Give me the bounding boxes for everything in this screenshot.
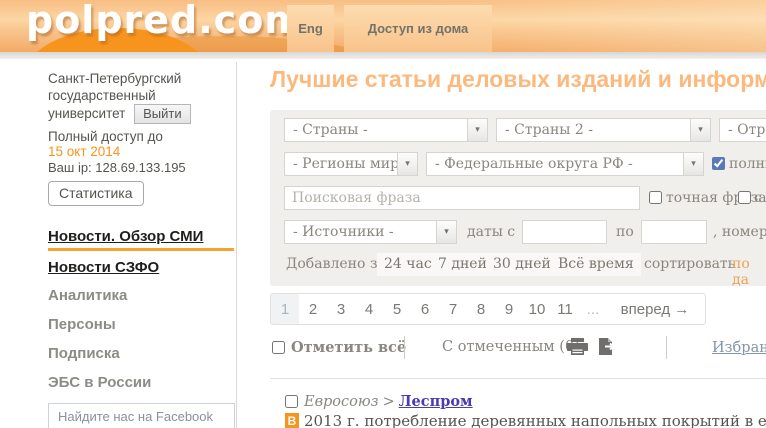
- tab-english[interactable]: Eng: [287, 5, 334, 52]
- countries2-select[interactable]: - Страны 2 - ▾: [496, 118, 711, 142]
- access-expiry-date: 15 окт 2014: [48, 144, 236, 159]
- site-logo[interactable]: polpred.com: [26, 0, 305, 42]
- date-to-label: по: [616, 224, 634, 240]
- page-title: Лучшие статьи деловых изданий и информ: [270, 66, 766, 93]
- select-all-label: Отметить всё: [291, 339, 406, 356]
- page-number[interactable]: 6: [411, 294, 439, 324]
- print-icon[interactable]: [567, 338, 588, 360]
- article-snippet: 2013 г. потребление деревянных напольных…: [304, 412, 766, 428]
- sort-label: сортировать: [644, 256, 735, 272]
- page-number[interactable]: 8: [467, 294, 495, 324]
- page-number[interactable]: 2: [299, 294, 327, 324]
- select-all-checkbox[interactable]: [272, 341, 285, 354]
- sidebar-item-news-szfo[interactable]: Новости СЗФО: [48, 259, 236, 276]
- filter-panel: - Страны - ▾ - Страны 2 - ▾ - Отрасл - Р…: [270, 110, 766, 286]
- second-option-label: с: [754, 190, 762, 206]
- org-line: государственный: [48, 88, 156, 103]
- page-number[interactable]: 9: [495, 294, 523, 324]
- toolbar-divider: [666, 336, 667, 359]
- sidebar-item-persons[interactable]: Персоны: [48, 316, 236, 333]
- logout-button[interactable]: Выйти: [134, 104, 191, 124]
- article-breadcrumb: Евросоюз>Леспром: [304, 393, 473, 410]
- added-for-label: Добавлено за: [286, 256, 386, 272]
- tab-home-access[interactable]: Доступ из дома: [344, 5, 492, 52]
- next-page-link[interactable]: вперед →: [607, 294, 703, 324]
- search-input[interactable]: [284, 186, 640, 210]
- second-option-checkbox[interactable]: [738, 191, 751, 204]
- breadcrumb-separator: >: [383, 394, 395, 410]
- sidebar-divider: [236, 62, 237, 428]
- federal-districts-select[interactable]: - Федеральные округа РФ - ▾: [426, 152, 704, 176]
- sidebar-item-subscription[interactable]: Подписка: [48, 345, 236, 362]
- chevron-down-icon[interactable]: ▾: [436, 221, 456, 243]
- chevron-down-icon[interactable]: ▾: [467, 119, 487, 141]
- period-30d-button[interactable]: 30 дней: [486, 253, 558, 276]
- page-number[interactable]: 10: [523, 294, 551, 324]
- period-7d-button[interactable]: 7 дней: [431, 253, 494, 276]
- date-from-input[interactable]: [522, 220, 607, 244]
- page-number[interactable]: 3: [327, 294, 355, 324]
- pagination-ellipsis[interactable]: ...: [579, 294, 607, 324]
- page-number[interactable]: 7: [439, 294, 467, 324]
- exact-phrase-label: точная фраза: [666, 190, 766, 206]
- toolbar-divider: [404, 336, 405, 359]
- chevron-down-icon[interactable]: ▾: [683, 153, 703, 175]
- favorites-link[interactable]: Избранн: [712, 340, 766, 356]
- statistics-button[interactable]: Статистика: [48, 181, 144, 206]
- fulltext-checkbox[interactable]: [712, 157, 725, 170]
- date-from-label: даты с: [467, 224, 515, 240]
- organization-name: Санкт-Петербургский государственный унив…: [48, 70, 236, 124]
- export-icon[interactable]: [598, 338, 617, 360]
- chevron-down-icon[interactable]: ▾: [397, 153, 417, 175]
- page-number-current[interactable]: 1: [271, 294, 299, 324]
- industries-select[interactable]: - Отрасл: [719, 118, 766, 142]
- sidebar: Санкт-Петербургский государственный унив…: [48, 70, 236, 403]
- fulltext-label: полны: [729, 156, 766, 172]
- active-nav-underline: [48, 248, 234, 251]
- pagination: 1 2 3 4 5 6 7 8 9 10 11 ... вперед →: [270, 293, 706, 325]
- page-number[interactable]: 5: [383, 294, 411, 324]
- sort-by-date-link[interactable]: по да: [732, 256, 766, 286]
- sources-select[interactable]: - Источники - ▾: [284, 220, 457, 244]
- sidebar-nav: Новости. Обзор СМИ Новости СЗФО Аналитик…: [48, 228, 236, 391]
- sidebar-item-news-review[interactable]: Новости. Обзор СМИ: [48, 228, 236, 245]
- page-number[interactable]: 4: [355, 294, 383, 324]
- article-category-link[interactable]: Леспром: [399, 393, 473, 410]
- content-divider: [270, 378, 766, 379]
- article-dropcap: В: [285, 413, 299, 428]
- exact-phrase-checkbox[interactable]: [649, 191, 662, 204]
- sidebar-item-analytics[interactable]: Аналитика: [48, 287, 236, 304]
- org-line: университет: [48, 106, 125, 121]
- with-selected-label: С отмеченным (0):: [442, 339, 585, 355]
- sidebar-item-ebs-russia[interactable]: ЭБС в России: [48, 374, 236, 391]
- page-number[interactable]: 11: [551, 294, 579, 324]
- org-line: Санкт-Петербургский: [48, 71, 181, 86]
- chevron-down-icon[interactable]: ▾: [690, 119, 710, 141]
- date-to-input[interactable]: [641, 220, 707, 244]
- numbers-label: , номера: [713, 224, 766, 240]
- period-alltime-button[interactable]: Всё время: [551, 253, 641, 276]
- access-until-label: Полный доступ до: [48, 129, 236, 144]
- world-regions-select[interactable]: - Регионы мира - ▾: [284, 152, 418, 176]
- countries-select[interactable]: - Страны - ▾: [284, 118, 488, 142]
- article-checkbox[interactable]: [285, 395, 298, 408]
- article-region: Евросоюз: [304, 394, 379, 410]
- site-header: polpred.com Eng Доступ из дома: [0, 0, 766, 52]
- header-bottom-strip: [0, 52, 766, 59]
- page: polpred.com Eng Доступ из дома Санкт-Пет…: [0, 0, 766, 428]
- user-ip: Ваш ip: 128.69.133.195: [48, 160, 236, 175]
- facebook-widget-header[interactable]: Найдите нас на Facebook: [48, 403, 235, 428]
